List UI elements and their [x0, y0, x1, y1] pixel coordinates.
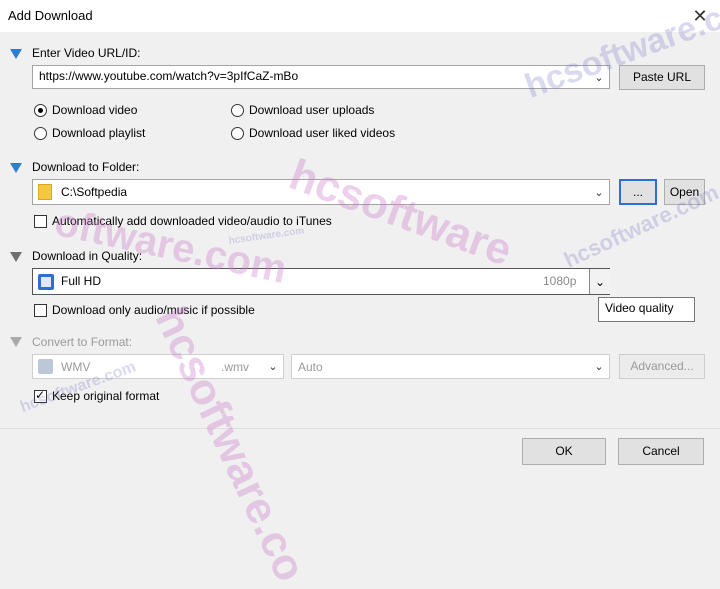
format-extension: .wmv: [221, 360, 249, 374]
radio-download-video-label[interactable]: Download video: [52, 103, 137, 117]
quality-section-label: Download in Quality:: [32, 249, 143, 263]
cancel-button[interactable]: Cancel: [618, 438, 704, 465]
quality-tooltip: Video quality: [598, 297, 695, 322]
format-combobox[interactable]: WMV .wmv ⌄: [32, 354, 284, 379]
itunes-checkbox[interactable]: [34, 215, 47, 228]
title-bar: [0, 0, 720, 32]
film-icon: [38, 274, 54, 290]
radio-download-user-uploads[interactable]: [231, 104, 244, 117]
preset-value: Auto: [298, 360, 323, 374]
radio-download-user-uploads-label[interactable]: Download user uploads: [249, 103, 374, 117]
chevron-down-icon[interactable]: ⌄: [591, 66, 607, 88]
quality-combobox[interactable]: Full HD 1080p ⌄: [32, 268, 610, 295]
window-title: Add Download: [8, 8, 93, 23]
chevron-down-icon[interactable]: ⌄: [591, 180, 607, 204]
open-folder-button[interactable]: Open: [664, 179, 705, 205]
itunes-checkbox-label[interactable]: Automatically add downloaded video/audio…: [52, 214, 332, 228]
close-icon[interactable]: ✕: [688, 4, 712, 28]
folder-section-label: Download to Folder:: [32, 160, 140, 174]
ok-button[interactable]: OK: [522, 438, 606, 465]
browse-folder-button[interactable]: ...: [619, 179, 657, 205]
radio-download-user-liked-label[interactable]: Download user liked videos: [249, 126, 395, 140]
quality-value: Full HD: [61, 274, 102, 288]
chevron-down-icon[interactable]: ⌄: [265, 355, 281, 378]
keep-format-checkbox-label[interactable]: Keep original format: [52, 389, 159, 403]
radio-download-video[interactable]: [34, 104, 47, 117]
preset-combobox[interactable]: Auto ⌄: [291, 354, 610, 379]
folder-value: C:\Softpedia: [61, 185, 128, 199]
film-icon: [38, 359, 53, 374]
format-value: WMV: [61, 360, 91, 374]
chevron-down-icon[interactable]: ⌄: [589, 269, 610, 294]
audio-only-checkbox[interactable]: [34, 304, 47, 317]
url-combobox[interactable]: https://www.youtube.com/watch?v=3pIfCaZ-…: [32, 65, 610, 89]
radio-download-playlist-label[interactable]: Download playlist: [52, 126, 145, 140]
folder-combobox[interactable]: C:\Softpedia ⌄: [32, 179, 610, 205]
section-arrow-icon: [10, 163, 22, 173]
chevron-down-icon[interactable]: ⌄: [591, 355, 607, 378]
radio-download-user-liked[interactable]: [231, 127, 244, 140]
section-arrow-icon: [10, 49, 22, 59]
url-value: https://www.youtube.com/watch?v=3pIfCaZ-…: [39, 69, 299, 83]
dialog-footer: [0, 428, 720, 481]
url-section-label: Enter Video URL/ID:: [32, 46, 141, 60]
section-arrow-icon: [10, 337, 22, 347]
quality-resolution: 1080p: [543, 274, 577, 288]
section-arrow-icon: [10, 252, 22, 262]
radio-download-playlist[interactable]: [34, 127, 47, 140]
audio-only-checkbox-label[interactable]: Download only audio/music if possible: [52, 303, 255, 317]
advanced-button[interactable]: Advanced...: [619, 354, 705, 379]
keep-format-checkbox[interactable]: ✓: [34, 388, 47, 403]
convert-section-label: Convert to Format:: [32, 335, 133, 349]
folder-icon: [38, 184, 52, 200]
checkmark-icon: ✓: [35, 388, 46, 402]
paste-url-button[interactable]: Paste URL: [619, 65, 705, 90]
watermark-text: hcsoftware.com: [228, 225, 305, 247]
